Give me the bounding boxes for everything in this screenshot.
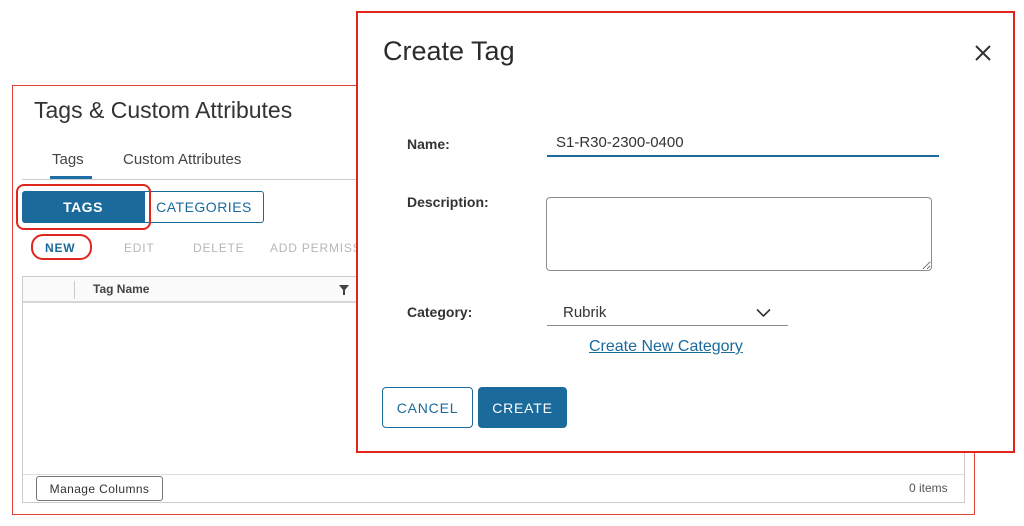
new-button-highlight bbox=[31, 234, 92, 260]
name-input[interactable] bbox=[547, 129, 939, 157]
tab-divider bbox=[22, 179, 358, 180]
page-title: Tags & Custom Attributes bbox=[34, 97, 293, 123]
category-selected-value[interactable]: Rubrik bbox=[563, 304, 606, 321]
description-label: Description: bbox=[407, 194, 489, 210]
add-permission-button[interactable]: ADD PERMISS bbox=[270, 241, 358, 255]
description-textarea[interactable] bbox=[546, 197, 932, 271]
tab-tags[interactable]: Tags bbox=[52, 151, 84, 168]
create-button[interactable]: CREATE bbox=[478, 387, 567, 428]
grid-footer bbox=[23, 474, 964, 502]
tags-segment-highlight bbox=[16, 184, 151, 230]
create-new-category-link[interactable]: Create New Category bbox=[589, 338, 743, 356]
edit-button[interactable]: EDIT bbox=[124, 241, 155, 255]
filter-icon[interactable] bbox=[339, 285, 349, 295]
tab-custom-attributes[interactable]: Custom Attributes bbox=[123, 151, 241, 168]
close-icon[interactable] bbox=[974, 44, 992, 62]
cancel-button[interactable]: CANCEL bbox=[382, 387, 473, 428]
category-label: Category: bbox=[407, 304, 473, 320]
chevron-down-icon[interactable] bbox=[756, 308, 771, 318]
dialog-title: Create Tag bbox=[383, 36, 515, 66]
column-header-tag-name[interactable]: Tag Name bbox=[93, 282, 149, 296]
manage-columns-button[interactable]: Manage Columns bbox=[36, 476, 163, 501]
name-label: Name: bbox=[407, 136, 450, 152]
column-resize-handle[interactable] bbox=[74, 281, 75, 299]
delete-button[interactable]: DELETE bbox=[193, 241, 244, 255]
segment-categories-button[interactable]: CATEGORIES bbox=[144, 191, 264, 223]
items-count: 0 items bbox=[909, 481, 948, 495]
